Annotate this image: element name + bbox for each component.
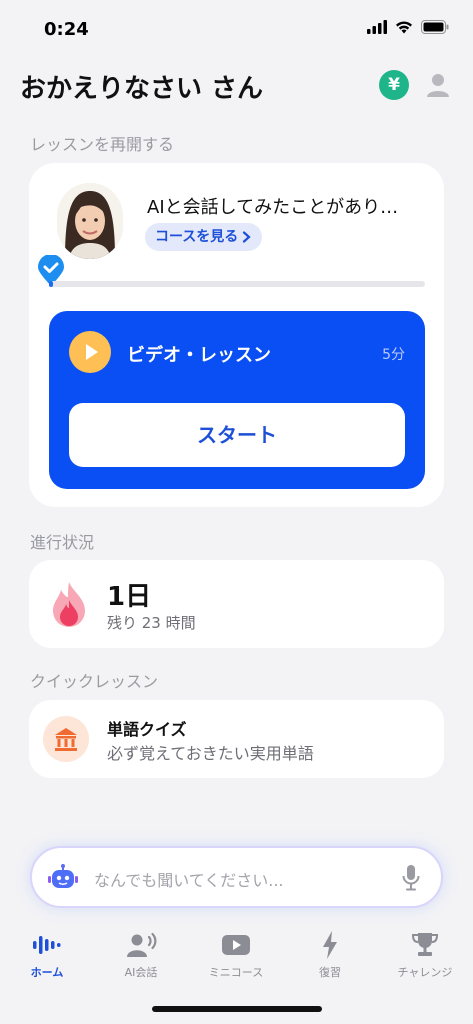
resume-section-heading: レッスンを再開する [30,135,175,154]
video-duration: 5分 [382,347,405,363]
view-course-label: コースを見る [155,229,239,245]
bank-icon [43,716,89,762]
streak-card[interactable]: 1日 残り 23 時間 [29,560,444,648]
streak-remaining-time: 残り 23 時間 [107,614,196,632]
chevron-right-icon [243,231,251,243]
home-waves-icon [33,936,61,954]
status-bar: 0:24 [0,0,473,60]
ai-talk-icon [127,932,157,957]
lightning-icon [323,931,337,959]
tab-label: 復習 [319,966,341,979]
streak-value: 1日 [107,582,152,612]
currency-button[interactable]: ¥ [379,70,409,100]
page-title: おかえりなさい さん [20,74,264,104]
tab-bar: ホーム AI会話 ミニコース 復習 チャレンジ [0,926,473,986]
status-time: 0:24 [44,19,89,40]
tab-label: AI会話 [124,966,158,979]
tab-home[interactable]: ホーム [7,926,87,986]
start-button[interactable]: スタート [69,403,405,467]
quick-section-heading: クイックレッスン [30,672,159,691]
progress-section-heading: 進行状況 [30,533,95,552]
tab-challenge[interactable]: チャレンジ [385,926,465,986]
ask-input-placeholder[interactable]: なんでも聞いてください... [94,867,284,891]
vocabulary-quiz-card[interactable]: 単語クイズ 必ず覚えておきたい実用単語 [29,700,444,778]
instructor-avatar [57,183,123,259]
lesson-progress-bar [49,281,425,287]
yen-icon: ¥ [388,75,400,95]
profile-icon[interactable] [423,70,453,100]
tab-label: チャレンジ [397,966,453,979]
video-lesson-panel: ビデオ・レッスン 5分 スタート [49,311,425,489]
fire-icon [53,582,85,627]
resume-lesson-card[interactable]: AIと会話してみたことがあり… コースを見る ビデオ・レッスン 5分 スタート [29,163,444,507]
home-indicator [152,1006,322,1012]
signal-icon [367,20,387,34]
quiz-subtitle: 必ず覚えておきたい実用単語 [107,744,314,763]
status-icons [367,20,449,34]
tab-label: ホーム [30,966,64,979]
lesson-title: AIと会話してみたことがあり… [147,197,399,218]
view-course-button[interactable]: コースを見る [145,223,263,251]
wifi-icon [396,21,412,34]
video-icon [222,935,250,955]
tab-review[interactable]: 復習 [290,926,370,986]
tab-mini-course[interactable]: ミニコース [196,926,276,986]
video-lesson-title: ビデオ・レッスン [127,345,271,366]
header: おかえりなさい さん ¥ [20,64,453,108]
trophy-icon [411,933,439,956]
ask-input-bar[interactable]: なんでも聞いてください... [30,846,443,908]
play-icon[interactable] [69,331,111,373]
quiz-title: 単語クイズ [107,720,187,739]
robot-icon [48,864,78,888]
tab-label: ミニコース [208,966,264,979]
battery-icon [421,20,449,34]
microphone-icon[interactable] [401,864,421,892]
tab-ai-talk[interactable]: AI会話 [101,926,181,986]
lesson-progress-fill [49,281,53,287]
